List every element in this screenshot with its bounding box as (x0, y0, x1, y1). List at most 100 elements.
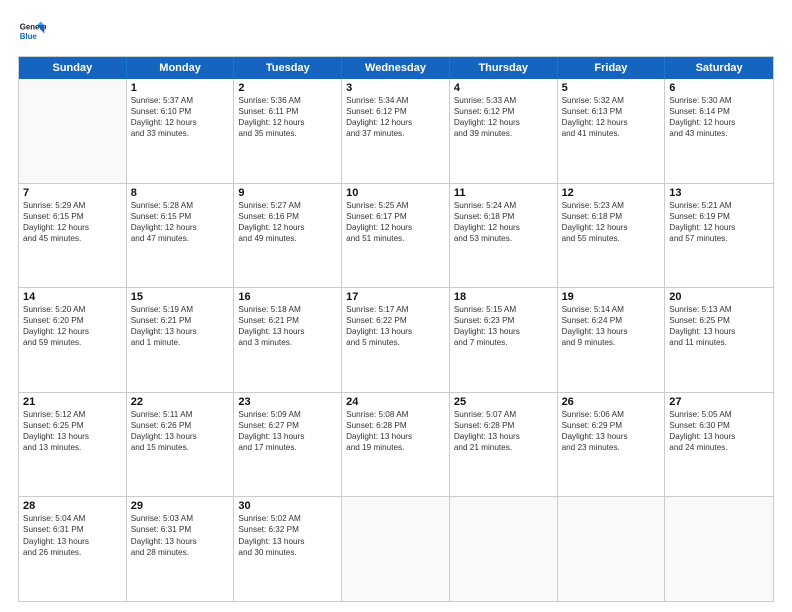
calendar-cell: 7Sunrise: 5:29 AM Sunset: 6:15 PM Daylig… (19, 184, 127, 288)
calendar-cell (450, 497, 558, 601)
day-number: 11 (454, 187, 553, 199)
calendar-row-3: 14Sunrise: 5:20 AM Sunset: 6:20 PM Dayli… (19, 287, 773, 392)
svg-text:Blue: Blue (20, 32, 38, 41)
day-number: 18 (454, 291, 553, 303)
calendar-cell: 15Sunrise: 5:19 AM Sunset: 6:21 PM Dayli… (127, 288, 235, 392)
day-number: 21 (23, 396, 122, 408)
day-info: Sunrise: 5:15 AM Sunset: 6:23 PM Dayligh… (454, 304, 553, 348)
calendar-cell: 18Sunrise: 5:15 AM Sunset: 6:23 PM Dayli… (450, 288, 558, 392)
day-info: Sunrise: 5:19 AM Sunset: 6:21 PM Dayligh… (131, 304, 230, 348)
day-number: 15 (131, 291, 230, 303)
day-info: Sunrise: 5:37 AM Sunset: 6:10 PM Dayligh… (131, 95, 230, 139)
day-info: Sunrise: 5:28 AM Sunset: 6:15 PM Dayligh… (131, 200, 230, 244)
day-number: 27 (669, 396, 769, 408)
day-number: 8 (131, 187, 230, 199)
day-number: 13 (669, 187, 769, 199)
calendar-cell: 23Sunrise: 5:09 AM Sunset: 6:27 PM Dayli… (234, 393, 342, 497)
day-info: Sunrise: 5:02 AM Sunset: 6:32 PM Dayligh… (238, 513, 337, 557)
calendar-cell (19, 79, 127, 183)
calendar-cell: 2Sunrise: 5:36 AM Sunset: 6:11 PM Daylig… (234, 79, 342, 183)
calendar-cell: 26Sunrise: 5:06 AM Sunset: 6:29 PM Dayli… (558, 393, 666, 497)
calendar-cell: 13Sunrise: 5:21 AM Sunset: 6:19 PM Dayli… (665, 184, 773, 288)
calendar-header: SundayMondayTuesdayWednesdayThursdayFrid… (19, 57, 773, 79)
calendar-row-1: 1Sunrise: 5:37 AM Sunset: 6:10 PM Daylig… (19, 79, 773, 183)
calendar-cell (665, 497, 773, 601)
calendar-body: 1Sunrise: 5:37 AM Sunset: 6:10 PM Daylig… (19, 79, 773, 601)
page: General Blue SundayMondayTuesdayWednesda… (0, 0, 792, 612)
day-info: Sunrise: 5:29 AM Sunset: 6:15 PM Dayligh… (23, 200, 122, 244)
day-info: Sunrise: 5:20 AM Sunset: 6:20 PM Dayligh… (23, 304, 122, 348)
calendar-row-4: 21Sunrise: 5:12 AM Sunset: 6:25 PM Dayli… (19, 392, 773, 497)
day-info: Sunrise: 5:21 AM Sunset: 6:19 PM Dayligh… (669, 200, 769, 244)
day-info: Sunrise: 5:32 AM Sunset: 6:13 PM Dayligh… (562, 95, 661, 139)
calendar-cell: 21Sunrise: 5:12 AM Sunset: 6:25 PM Dayli… (19, 393, 127, 497)
day-info: Sunrise: 5:23 AM Sunset: 6:18 PM Dayligh… (562, 200, 661, 244)
day-info: Sunrise: 5:25 AM Sunset: 6:17 PM Dayligh… (346, 200, 445, 244)
day-number: 16 (238, 291, 337, 303)
calendar-cell: 12Sunrise: 5:23 AM Sunset: 6:18 PM Dayli… (558, 184, 666, 288)
calendar-cell: 3Sunrise: 5:34 AM Sunset: 6:12 PM Daylig… (342, 79, 450, 183)
day-info: Sunrise: 5:03 AM Sunset: 6:31 PM Dayligh… (131, 513, 230, 557)
calendar-cell: 6Sunrise: 5:30 AM Sunset: 6:14 PM Daylig… (665, 79, 773, 183)
day-info: Sunrise: 5:27 AM Sunset: 6:16 PM Dayligh… (238, 200, 337, 244)
day-number: 22 (131, 396, 230, 408)
weekday-header-wednesday: Wednesday (342, 57, 450, 79)
day-info: Sunrise: 5:05 AM Sunset: 6:30 PM Dayligh… (669, 409, 769, 453)
day-info: Sunrise: 5:17 AM Sunset: 6:22 PM Dayligh… (346, 304, 445, 348)
calendar-cell: 22Sunrise: 5:11 AM Sunset: 6:26 PM Dayli… (127, 393, 235, 497)
day-info: Sunrise: 5:11 AM Sunset: 6:26 PM Dayligh… (131, 409, 230, 453)
day-info: Sunrise: 5:06 AM Sunset: 6:29 PM Dayligh… (562, 409, 661, 453)
day-info: Sunrise: 5:33 AM Sunset: 6:12 PM Dayligh… (454, 95, 553, 139)
day-number: 14 (23, 291, 122, 303)
calendar-cell: 10Sunrise: 5:25 AM Sunset: 6:17 PM Dayli… (342, 184, 450, 288)
weekday-header-sunday: Sunday (19, 57, 127, 79)
weekday-header-friday: Friday (558, 57, 666, 79)
calendar-cell: 14Sunrise: 5:20 AM Sunset: 6:20 PM Dayli… (19, 288, 127, 392)
day-number: 1 (131, 82, 230, 94)
day-info: Sunrise: 5:09 AM Sunset: 6:27 PM Dayligh… (238, 409, 337, 453)
calendar-row-5: 28Sunrise: 5:04 AM Sunset: 6:31 PM Dayli… (19, 496, 773, 601)
calendar-cell: 27Sunrise: 5:05 AM Sunset: 6:30 PM Dayli… (665, 393, 773, 497)
day-info: Sunrise: 5:18 AM Sunset: 6:21 PM Dayligh… (238, 304, 337, 348)
day-number: 30 (238, 500, 337, 512)
logo-icon: General Blue (18, 18, 46, 46)
weekday-header-tuesday: Tuesday (234, 57, 342, 79)
day-number: 4 (454, 82, 553, 94)
day-number: 12 (562, 187, 661, 199)
calendar-cell: 20Sunrise: 5:13 AM Sunset: 6:25 PM Dayli… (665, 288, 773, 392)
day-info: Sunrise: 5:04 AM Sunset: 6:31 PM Dayligh… (23, 513, 122, 557)
weekday-header-monday: Monday (127, 57, 235, 79)
day-number: 29 (131, 500, 230, 512)
calendar-cell: 1Sunrise: 5:37 AM Sunset: 6:10 PM Daylig… (127, 79, 235, 183)
calendar-cell: 28Sunrise: 5:04 AM Sunset: 6:31 PM Dayli… (19, 497, 127, 601)
header: General Blue (18, 18, 774, 46)
calendar-cell: 24Sunrise: 5:08 AM Sunset: 6:28 PM Dayli… (342, 393, 450, 497)
day-info: Sunrise: 5:34 AM Sunset: 6:12 PM Dayligh… (346, 95, 445, 139)
day-number: 26 (562, 396, 661, 408)
day-number: 10 (346, 187, 445, 199)
day-number: 23 (238, 396, 337, 408)
logo: General Blue (18, 18, 46, 46)
calendar-row-2: 7Sunrise: 5:29 AM Sunset: 6:15 PM Daylig… (19, 183, 773, 288)
day-number: 25 (454, 396, 553, 408)
day-number: 5 (562, 82, 661, 94)
calendar-cell: 5Sunrise: 5:32 AM Sunset: 6:13 PM Daylig… (558, 79, 666, 183)
weekday-header-thursday: Thursday (450, 57, 558, 79)
day-number: 28 (23, 500, 122, 512)
calendar-cell: 16Sunrise: 5:18 AM Sunset: 6:21 PM Dayli… (234, 288, 342, 392)
day-info: Sunrise: 5:30 AM Sunset: 6:14 PM Dayligh… (669, 95, 769, 139)
day-number: 3 (346, 82, 445, 94)
calendar-cell: 29Sunrise: 5:03 AM Sunset: 6:31 PM Dayli… (127, 497, 235, 601)
calendar-cell: 11Sunrise: 5:24 AM Sunset: 6:18 PM Dayli… (450, 184, 558, 288)
day-number: 7 (23, 187, 122, 199)
calendar-cell: 4Sunrise: 5:33 AM Sunset: 6:12 PM Daylig… (450, 79, 558, 183)
day-info: Sunrise: 5:07 AM Sunset: 6:28 PM Dayligh… (454, 409, 553, 453)
calendar-cell: 9Sunrise: 5:27 AM Sunset: 6:16 PM Daylig… (234, 184, 342, 288)
calendar-cell (342, 497, 450, 601)
day-info: Sunrise: 5:13 AM Sunset: 6:25 PM Dayligh… (669, 304, 769, 348)
weekday-header-saturday: Saturday (665, 57, 773, 79)
day-info: Sunrise: 5:36 AM Sunset: 6:11 PM Dayligh… (238, 95, 337, 139)
day-number: 20 (669, 291, 769, 303)
calendar-cell (558, 497, 666, 601)
calendar-cell: 19Sunrise: 5:14 AM Sunset: 6:24 PM Dayli… (558, 288, 666, 392)
